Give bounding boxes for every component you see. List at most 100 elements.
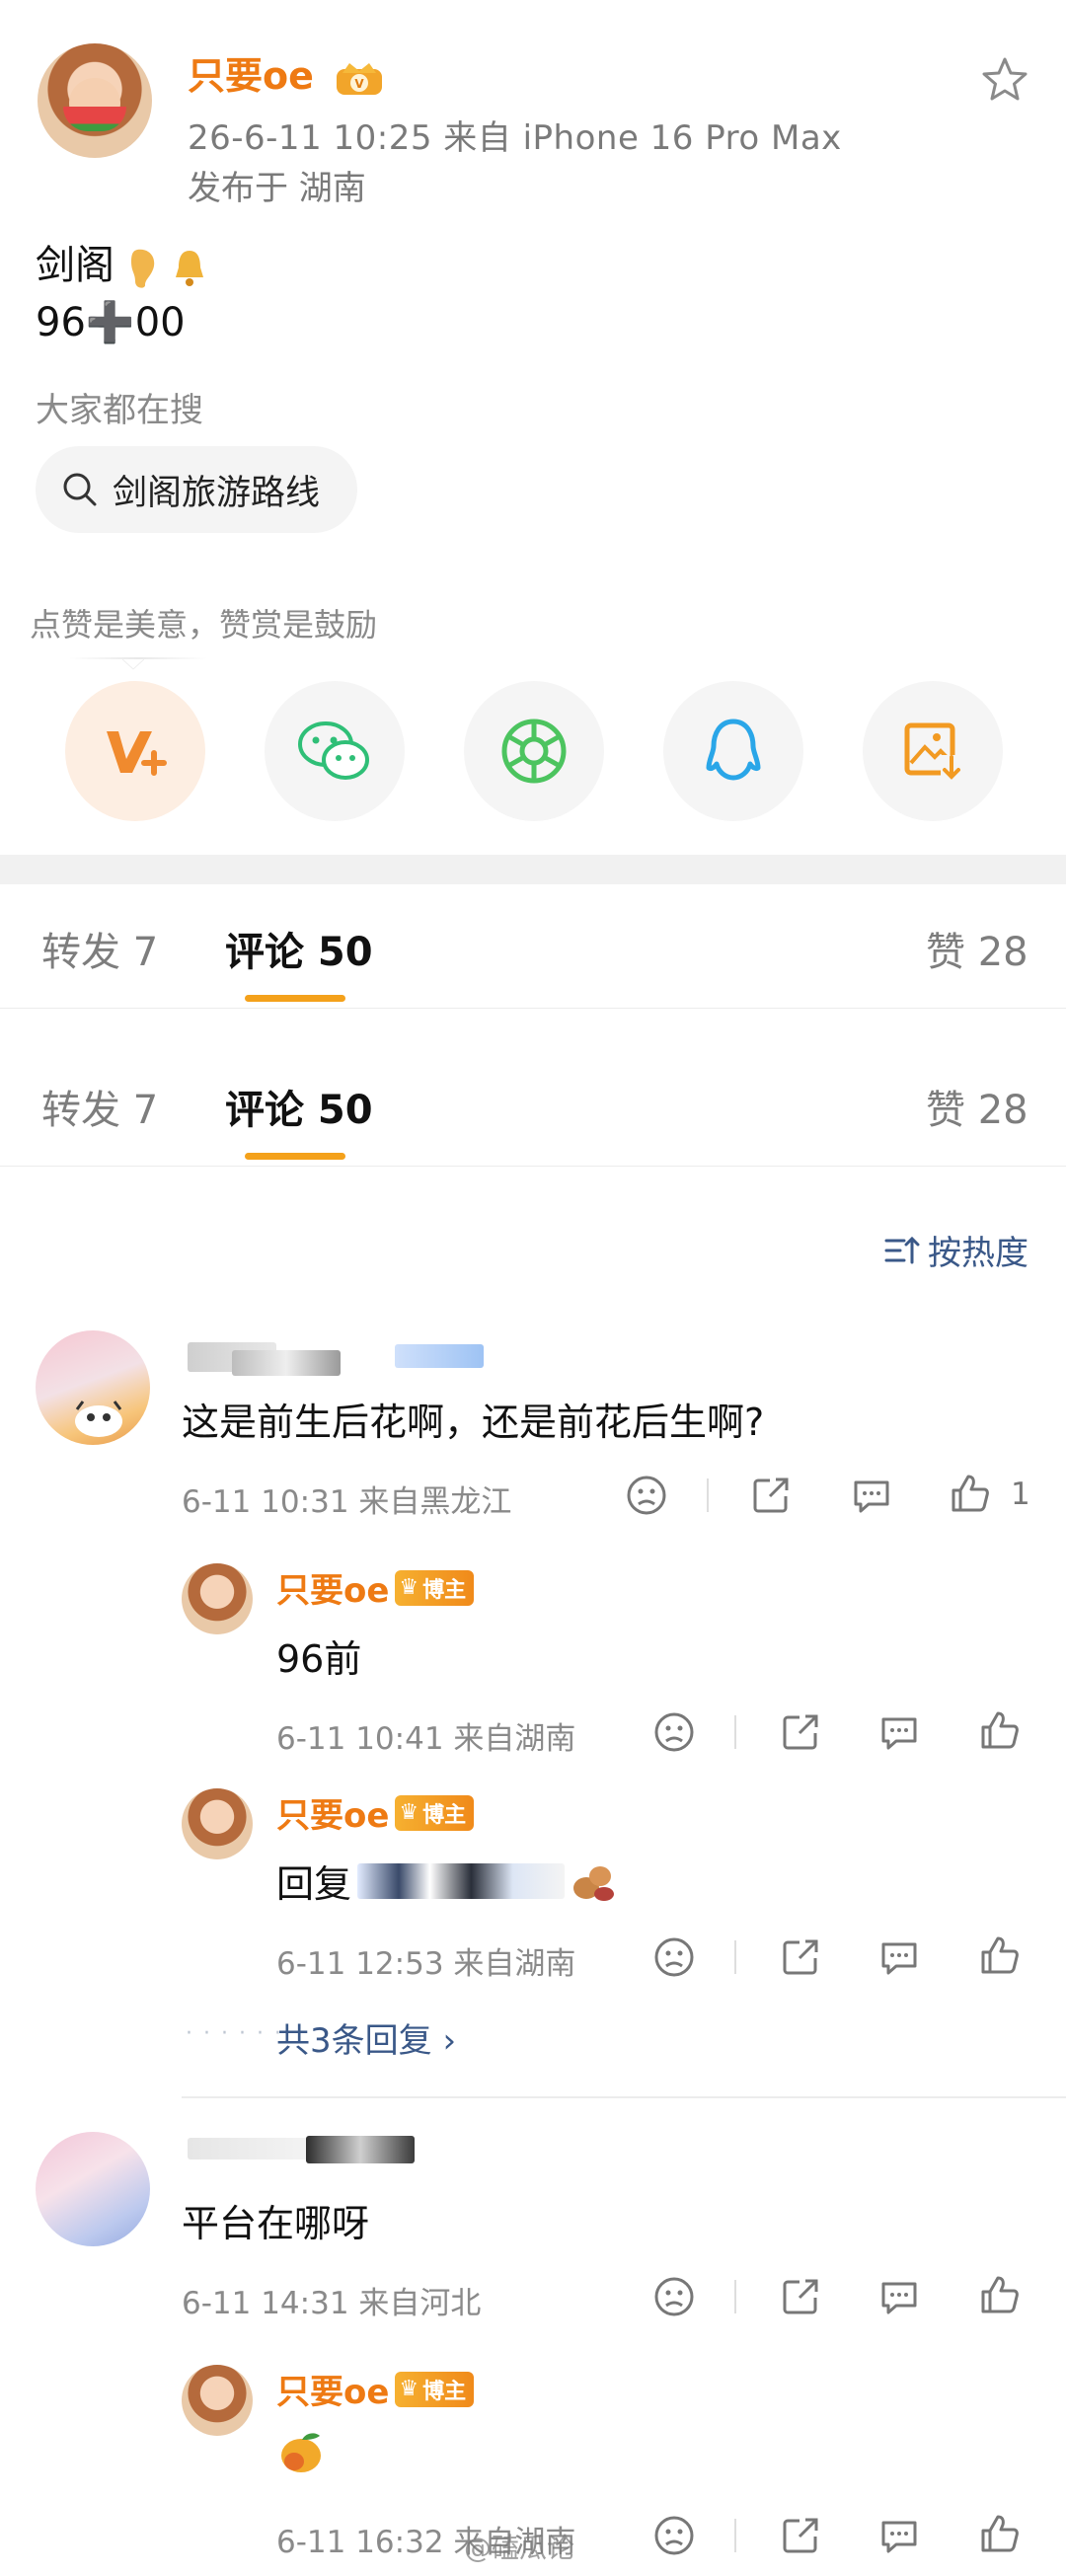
tab-like[interactable]: 赞 28: [926, 920, 1028, 977]
sort-by-hot-button[interactable]: 按热度: [884, 1226, 1028, 1274]
post-text-line2: 96➕00: [36, 300, 186, 345]
reply-author[interactable]: 只要oe ♛ 博主: [276, 1788, 475, 1837]
bell-emoji-icon: [176, 251, 204, 286]
reply-author-avatar[interactable]: [182, 1563, 253, 1634]
tab-comment[interactable]: 评论 50: [225, 1078, 373, 1135]
reply-author-name[interactable]: 只要oe: [276, 1788, 389, 1837]
crown-icon: ♛: [399, 1800, 419, 1825]
reply-author-avatar[interactable]: [182, 1788, 253, 1859]
ear-emoji-icon: [130, 249, 154, 288]
reply-author[interactable]: 只要oe ♛ 博主: [276, 1563, 475, 1612]
repost-icon[interactable]: [780, 1936, 821, 1978]
blogger-badge-label: 博主: [422, 1802, 467, 1828]
share-weibo-vip-button[interactable]: [65, 681, 205, 821]
commenter-avatar[interactable]: [36, 2132, 150, 2246]
hot-search-title: 大家都在搜: [36, 391, 203, 430]
post-body: 剑阁 96➕00: [36, 237, 206, 351]
watermark: @磕瓜论: [464, 2532, 575, 2564]
commenter-name-blurred: [306, 2136, 415, 2163]
repost-icon[interactable]: [780, 2515, 821, 2556]
more-replies-link[interactable]: 共3条回复 ›: [276, 2013, 456, 2062]
like-thumb-icon[interactable]: [979, 2274, 1021, 2315]
cow-sticker-icon: [75, 1401, 122, 1437]
tab-comment[interactable]: 评论 50: [225, 920, 373, 977]
reply-author-name[interactable]: 只要oe: [276, 2365, 389, 2413]
blogger-badge: ♛ 博主: [395, 1794, 475, 1831]
peanut-emoji-icon: [573, 1865, 615, 1901]
like-thumb-icon[interactable]: [950, 1473, 991, 1514]
dislike-face-icon[interactable]: [653, 2276, 695, 2317]
save-image-icon: [904, 722, 962, 781]
mention-blurred[interactable]: [357, 1862, 566, 1899]
wechat-icon: [298, 721, 369, 780]
author-avatar[interactable]: [38, 43, 152, 158]
moments-icon: [501, 719, 567, 784]
tab-bar-sticky: 转发 7 评论 50 赞 28: [0, 884, 1066, 1009]
reply-author[interactable]: 只要oe ♛ 博主: [276, 2365, 475, 2413]
dislike-face-icon[interactable]: [653, 1936, 695, 1978]
reply-meta: 6-11 12:53 来自湖南: [276, 1946, 576, 1982]
tab-active-indicator: [245, 1153, 345, 1160]
like-thumb-icon[interactable]: [979, 1934, 1021, 1976]
comment-text: 这是前生后花啊，还是前花后生啊?: [182, 1401, 765, 1444]
favorite-star-icon[interactable]: [979, 54, 1030, 106]
reply-comment-icon[interactable]: [878, 1936, 920, 1978]
reward-tip: 点赞是美意，赞赏是鼓励: [30, 606, 378, 644]
weibo-vip-icon: [107, 731, 167, 776]
like-thumb-icon[interactable]: [979, 2513, 1021, 2554]
tab-repost[interactable]: 转发 7: [41, 1078, 158, 1135]
action-separator: [734, 2280, 736, 2313]
share-qq-button[interactable]: [663, 681, 803, 821]
tab-like[interactable]: 赞 28: [926, 1078, 1028, 1135]
tab-repost[interactable]: 转发 7: [41, 920, 158, 977]
hot-search-query: 剑阁旅游路线: [113, 473, 321, 513]
section-gap: [0, 855, 1066, 884]
action-separator: [707, 1478, 709, 1512]
commenter-badge-blurred: [395, 1344, 484, 1368]
comment-meta: 6-11 14:31 来自河北: [182, 2286, 482, 2321]
reply-author-name[interactable]: 只要oe: [276, 1563, 389, 1612]
crown-icon: ♛: [399, 1575, 419, 1600]
share-moments-button[interactable]: [464, 681, 604, 821]
tab-bar: 转发 7 评论 50 赞 28: [0, 1042, 1066, 1167]
repost-icon[interactable]: [780, 1711, 821, 1753]
hot-search-chip[interactable]: 剑阁旅游路线: [36, 446, 358, 533]
reply-comment-icon[interactable]: [851, 1475, 892, 1516]
comment-divider: [182, 2096, 1066, 2098]
dislike-face-icon[interactable]: [653, 1711, 695, 1753]
blogger-badge-label: 博主: [422, 2379, 467, 2404]
dislike-face-icon[interactable]: [653, 2515, 695, 2556]
dislike-face-icon[interactable]: [626, 1475, 667, 1516]
comment-meta: 6-11 10:31 来自黑龙江: [182, 1484, 512, 1520]
author-name[interactable]: 只要oe V: [188, 45, 386, 100]
action-separator: [734, 2519, 736, 2552]
repost-icon[interactable]: [780, 2276, 821, 2317]
reply-comment-icon[interactable]: [878, 1711, 920, 1753]
svg-text:V: V: [354, 77, 364, 91]
sort-label: 按热度: [928, 1234, 1028, 1273]
crown-icon: ♛: [399, 2377, 419, 2401]
reply-meta: 6-11 10:41 来自湖南: [276, 1721, 576, 1757]
action-separator: [734, 1715, 736, 1749]
share-wechat-button[interactable]: [265, 681, 405, 821]
reply-author-avatar[interactable]: [182, 2365, 253, 2436]
reply-comment-icon[interactable]: [878, 2276, 920, 2317]
reward-caret-icon: [122, 659, 144, 670]
reply-text: 回复: [276, 1862, 352, 1906]
reply-text: [276, 2428, 326, 2486]
like-thumb-icon[interactable]: [979, 1709, 1021, 1751]
tab-active-indicator: [245, 995, 345, 1002]
like-count: 1: [1011, 1477, 1030, 1512]
commenter-avatar[interactable]: [36, 1330, 150, 1445]
action-separator: [734, 1940, 736, 1974]
comment-text: 平台在哪呀: [182, 2202, 370, 2245]
post-text-line1: 剑阁: [36, 243, 114, 288]
repost-icon[interactable]: [750, 1475, 792, 1516]
author-name-text[interactable]: 只要oe: [188, 54, 314, 98]
save-image-button[interactable]: [863, 681, 1003, 821]
blogger-badge-label: 博主: [422, 1577, 467, 1603]
reply-text: 96前: [276, 1637, 362, 1681]
reply-comment-icon[interactable]: [878, 2515, 920, 2556]
reply-text-row: 回复: [276, 1854, 616, 1908]
blogger-badge: ♛ 博主: [395, 2371, 475, 2407]
